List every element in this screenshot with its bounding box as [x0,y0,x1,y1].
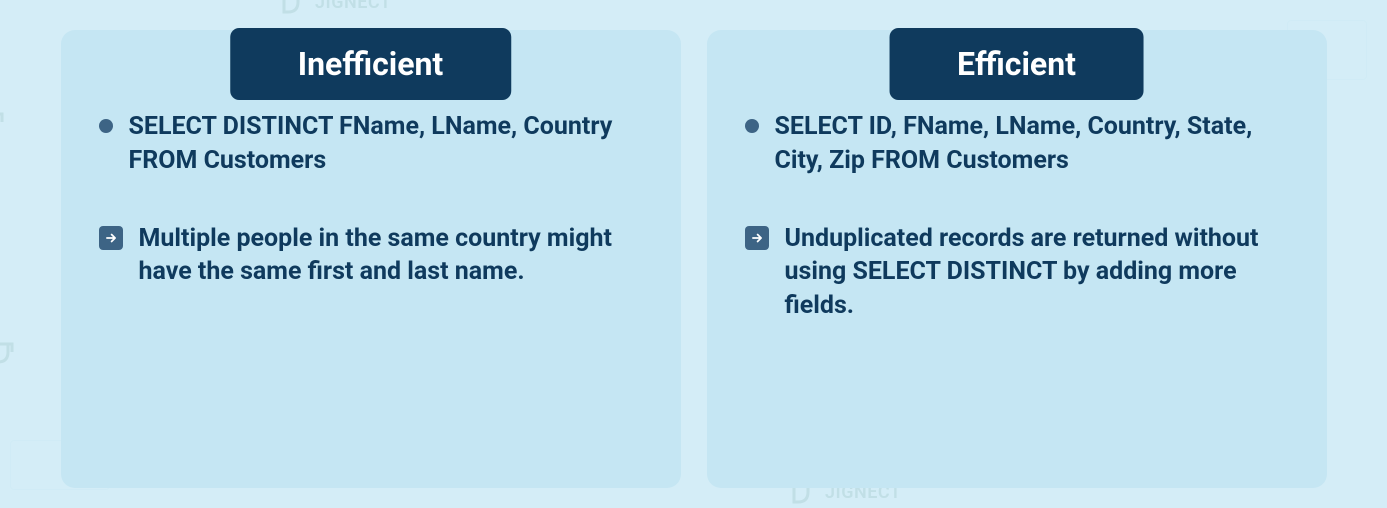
arrow-right-icon [99,226,123,250]
list-efficient: SELECT ID, FName, LName, Country, State,… [745,110,1289,323]
explanation-text: Multiple people in the same country migh… [139,222,643,290]
card-title-efficient: Efficient [889,28,1144,100]
list-inefficient: SELECT DISTINCT FName, LName, Country FR… [99,110,643,289]
card-inefficient: Inefficient SELECT DISTINCT FName, LName… [61,30,681,488]
list-item: Multiple people in the same country migh… [99,222,643,290]
card-title-inefficient: Inefficient [230,28,512,100]
card-title-text: Efficient [957,45,1076,83]
card-title-text: Inefficient [298,45,444,83]
bullet-dot-icon [99,119,113,133]
card-efficient: Efficient SELECT ID, FName, LName, Count… [707,30,1327,488]
list-item: SELECT ID, FName, LName, Country, State,… [745,110,1289,178]
arrow-right-icon [745,226,769,250]
list-item: SELECT DISTINCT FName, LName, Country FR… [99,110,643,178]
cards-container: Inefficient SELECT DISTINCT FName, LName… [0,0,1387,508]
list-item: Unduplicated records are returned withou… [745,222,1289,323]
explanation-text: Unduplicated records are returned withou… [785,222,1289,323]
query-text: SELECT ID, FName, LName, Country, State,… [775,110,1289,178]
query-text: SELECT DISTINCT FName, LName, Country FR… [129,110,643,178]
bullet-dot-icon [745,119,759,133]
